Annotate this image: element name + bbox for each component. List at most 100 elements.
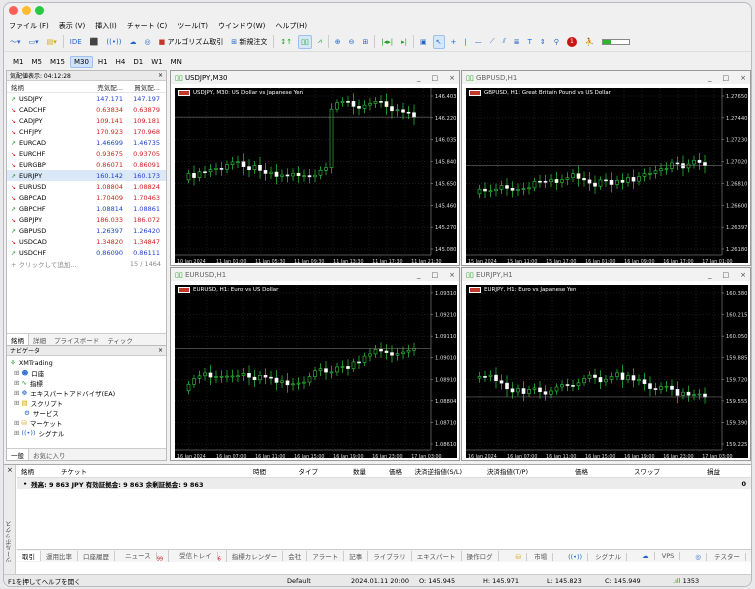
market-icon[interactable]: ⬛ [88, 35, 101, 49]
tf-h1[interactable]: H1 [95, 57, 111, 67]
menu-chart[interactable]: チャート (C) [127, 21, 168, 31]
expand-icon[interactable]: ⊞ [14, 399, 19, 407]
text-icon[interactable]: T [526, 35, 534, 49]
close-icon[interactable]: × [740, 74, 746, 82]
folder-icon[interactable]: ▤▾ [45, 35, 59, 49]
zoom-out-icon[interactable]: ⊖ [347, 35, 357, 49]
menu-file[interactable]: ファイル (F) [9, 21, 49, 31]
maximize-window-button[interactable] [35, 6, 44, 15]
nav-broker[interactable]: ⚘ XMTrading [10, 358, 163, 368]
market-watch-row[interactable]: ↘ GBPCAD 1.70409 1.70463 [7, 192, 166, 203]
tab-alerts[interactable]: アラート [307, 551, 345, 561]
notification-icon[interactable]: 1 [565, 35, 579, 49]
maximize-icon[interactable]: □ [432, 271, 439, 279]
vps-link[interactable]: ☁ VPS [632, 552, 685, 560]
maximize-icon[interactable]: □ [723, 271, 730, 279]
bar-chart-icon[interactable]: ↕↑ [278, 35, 294, 49]
nav-accounts[interactable]: ⊞ ☻ 口座 [10, 368, 163, 378]
tf-m30[interactable]: M30 [69, 55, 93, 68]
tab-experts[interactable]: エキスパート [412, 551, 462, 561]
trendline-icon[interactable]: ⟋ [488, 35, 497, 49]
tab-library[interactable]: ライブラリ [368, 551, 412, 561]
tf-h4[interactable]: H4 [113, 57, 129, 67]
tab-favorites[interactable]: お気に入り [29, 449, 70, 460]
col-symbol[interactable]: 銘柄 [7, 82, 85, 92]
col-header[interactable]: 決済指値(T/P) [462, 466, 528, 476]
market-watch-row[interactable]: ↗ GBPUSD 1.26397 1.26420 [7, 225, 166, 236]
col-header[interactable]: 銘柄 [17, 466, 61, 476]
minimize-icon[interactable]: _ [417, 271, 421, 279]
tab-company[interactable]: 会社 [283, 551, 308, 561]
menu-view[interactable]: 表示 (V) [59, 21, 85, 31]
close-icon[interactable]: × [449, 74, 455, 82]
nav-scripts[interactable]: ⊞ ▤ スクリプト [10, 398, 163, 408]
vps-icon[interactable]: ☁ [127, 35, 138, 49]
market-watch-row[interactable]: ↘ GBPJPY 186.033 186.072 [7, 214, 166, 225]
chart-canvas[interactable]: 1.27650 1.27440 1.27230 1.27020 1.26810 1.266… [466, 88, 748, 263]
nav-signals[interactable]: ⊞ ((•)) シグナル [10, 428, 163, 438]
zoom-in-icon[interactable]: ⊕ [333, 35, 343, 49]
arrow-icon[interactable]: ⇕ [538, 35, 548, 49]
tf-m1[interactable]: M1 [10, 57, 27, 67]
chart-title-bar[interactable]: ▯▯ USDJPY,M30 _ □ × [171, 71, 459, 84]
menu-tools[interactable]: ツール(T) [177, 21, 208, 31]
maximize-icon[interactable]: □ [432, 74, 439, 82]
add-symbol-link[interactable]: + クリックして追加... [7, 259, 122, 269]
market-watch-row[interactable]: ↘ EURCHF 0.93675 0.93705 [7, 148, 166, 159]
col-header[interactable]: 数量 [318, 466, 366, 476]
col-header[interactable]: チケット [61, 466, 171, 476]
tab-articles[interactable]: 記事 [344, 551, 369, 561]
fibonacci-icon[interactable]: ≣ [512, 35, 522, 49]
expand-icon[interactable]: ⊞ [14, 389, 19, 397]
close-icon[interactable]: × [158, 347, 163, 354]
line-chart-icon[interactable]: ⩘ [316, 35, 324, 49]
expand-icon[interactable]: ⊞ [14, 429, 19, 437]
market-watch-row[interactable]: ↘ EURUSD 1.08804 1.08824 [7, 181, 166, 192]
minimize-window-button[interactable] [22, 6, 31, 15]
search-icon[interactable]: ⚲ [552, 35, 561, 49]
crosshair-icon[interactable]: + [449, 35, 459, 49]
candle-chart-icon[interactable]: ▯▯ [298, 34, 312, 49]
expand-icon[interactable]: ⊞ [14, 419, 19, 427]
col-ask[interactable]: 買気配... [123, 82, 163, 92]
chart-shift-icon[interactable]: ▸| [399, 35, 409, 49]
signals-link[interactable]: ((•)) シグナル [558, 551, 632, 561]
menu-window[interactable]: ウインドウ(W) [218, 21, 265, 31]
menu-insert[interactable]: 挿入(I) [95, 21, 117, 31]
chart-title-bar[interactable]: ▯▯ EURJPY,H1 _ □ × [462, 268, 750, 281]
tab-calendar[interactable]: 指標カレンダー [227, 551, 284, 561]
horizontal-line-icon[interactable]: — [473, 35, 484, 49]
tf-m15[interactable]: M15 [47, 57, 68, 67]
vertical-line-icon[interactable]: | [462, 35, 468, 49]
new-order-button[interactable]: ⊞ 新規注文 [229, 35, 269, 49]
nav-market[interactable]: ⊞ ⛁ マーケット [10, 418, 163, 428]
algo-trading-button[interactable]: ■ アルゴリズム取引 [157, 35, 226, 49]
ide-button[interactable]: IDE [68, 35, 84, 49]
chart-title-bar[interactable]: ▯▯ EURUSD,H1 _ □ × [171, 268, 459, 281]
close-icon[interactable]: × [7, 466, 13, 474]
nav-indicators[interactable]: ⊞ ∿ 指標 [10, 378, 163, 388]
cursor-icon[interactable]: ↖ [432, 34, 445, 49]
chart-title-bar[interactable]: ▯▯ GBPUSD,H1 _ □ × [462, 71, 750, 84]
chart-window[interactable]: ▯▯ USDJPY,M30 _ □ × 146.403 146.220 146.035 145… [170, 70, 460, 266]
tab-symbols[interactable]: 銘柄 [7, 334, 29, 345]
market-watch-row[interactable]: ↘ CADCHF 0.63834 0.63879 [7, 104, 166, 115]
market-watch-row[interactable]: ↗ EURCAD 1.46699 1.46735 [7, 137, 166, 148]
close-icon[interactable]: × [449, 271, 455, 279]
channel-icon[interactable]: ⫽ [501, 35, 508, 49]
tab-ticks[interactable]: ティック [103, 334, 137, 345]
col-header[interactable]: 価格 [366, 466, 402, 476]
tab-history[interactable]: 口座履歴 [78, 551, 115, 561]
autoscroll-icon[interactable]: |◂▸| [379, 35, 395, 49]
tf-w1[interactable]: W1 [148, 57, 165, 67]
status-profile[interactable]: Default [287, 577, 351, 585]
chart-window[interactable]: ▯▯ EURJPY,H1 _ □ × 160.380 160.215 160.050 159.… [461, 267, 751, 461]
tab-price-board[interactable]: プライスボード [50, 334, 103, 345]
chart-canvas[interactable]: 146.403 146.220 146.035 145.840 145.650 145.4… [175, 88, 457, 263]
new-chart-icon[interactable]: ▭▾ [27, 35, 41, 49]
expand-icon[interactable]: ⊞ [14, 379, 19, 387]
chart-window[interactable]: ▯▯ EURUSD,H1 _ □ × 1.09310 1.09210 1.09110 1.09… [170, 267, 460, 461]
market-watch-row[interactable]: ↗ EURJPY 160.142 160.173 [7, 170, 166, 181]
close-window-button[interactable] [9, 6, 18, 15]
market-watch-row[interactable]: ↗ USDCHF 0.86090 0.86111 [7, 247, 166, 258]
